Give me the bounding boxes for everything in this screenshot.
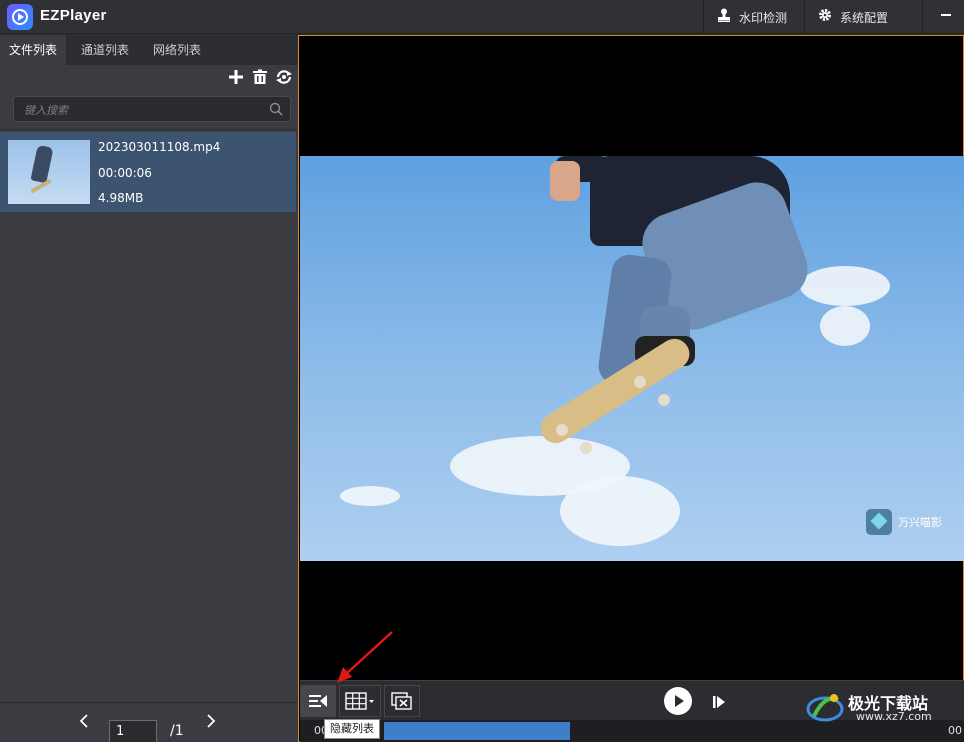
play-button[interactable] [664,687,692,715]
titlebar-divider [922,0,923,34]
app-title: EZPlayer [40,7,107,24]
hide-list-icon [309,695,327,707]
refresh-icon[interactable] [275,69,293,89]
minimize-button[interactable] [941,14,951,16]
left-panel: 文件列表 通道列表 网络列表 键入搜索 202303011108.mp4 00:… [0,35,298,742]
gear-icon [818,8,832,26]
list-item[interactable]: 202303011108.mp4 00:00:06 4.98MB [0,132,296,212]
watermark-detect-button[interactable]: 水印检测 [717,0,787,34]
delete-icon[interactable] [251,69,269,89]
watermark-detect-label: 水印检测 [739,10,788,25]
filmora-logo-icon [866,509,892,535]
stamp-icon [717,8,731,26]
pagination: 1 /1 [0,702,298,742]
title-bar: EZPlayer 水印检测 系统配置 [0,0,964,34]
settings-label: 系统配置 [840,10,889,25]
chevron-right-icon[interactable] [206,713,216,733]
tab-file-list[interactable]: 文件列表 [0,35,66,65]
tab-bar: 文件列表 通道列表 网络列表 [0,35,298,65]
search-field[interactable]: 键入搜索 [13,96,291,122]
layout-grid-button[interactable] [339,685,381,717]
file-size: 4.98MB [98,191,144,205]
video-panel[interactable]: 万兴喵影 00:00:03 00 隐藏列表 [298,35,964,742]
tab-channel-list[interactable]: 通道列表 [70,35,140,65]
chevron-left-icon[interactable] [79,713,89,733]
page-total: /1 [170,723,184,739]
video-thumbnail [8,140,90,204]
site-watermark-url: www.xz7.com [856,710,932,723]
video-watermark-text: 万兴喵影 [898,516,942,529]
step-forward-icon[interactable] [712,694,726,708]
close-all-button[interactable] [384,685,420,717]
file-name: 202303011108.mp4 [98,140,221,154]
close-all-icon [391,692,412,710]
hide-list-button[interactable] [300,685,336,717]
grid-layout-icon [345,692,374,710]
settings-button[interactable]: 系统配置 [818,0,888,34]
file-duration: 00:00:06 [98,166,152,180]
list-toolbar [0,65,298,93]
video-frame[interactable]: 万兴喵影 [300,156,964,561]
site-logo-icon [806,694,844,722]
tab-network-list[interactable]: 网络列表 [142,35,212,65]
divider [0,129,298,130]
titlebar-divider [703,0,704,34]
page-number-input[interactable]: 1 [109,720,157,742]
search-icon[interactable] [269,102,283,116]
progress-fill [384,722,570,740]
ezplayer-window: EZPlayer 水印检测 系统配置 文件列表 通道列表 网络列表 键入搜索 2… [0,0,964,742]
video-watermark: 万兴喵影 [866,508,942,536]
hide-list-tooltip: 隐藏列表 [324,719,380,739]
site-watermark: 极光下载站 www.xz7.com [806,688,956,728]
app-logo-icon [7,4,33,30]
search-input[interactable]: 键入搜索 [24,102,68,118]
add-icon[interactable] [227,69,245,89]
titlebar-divider [804,0,805,34]
